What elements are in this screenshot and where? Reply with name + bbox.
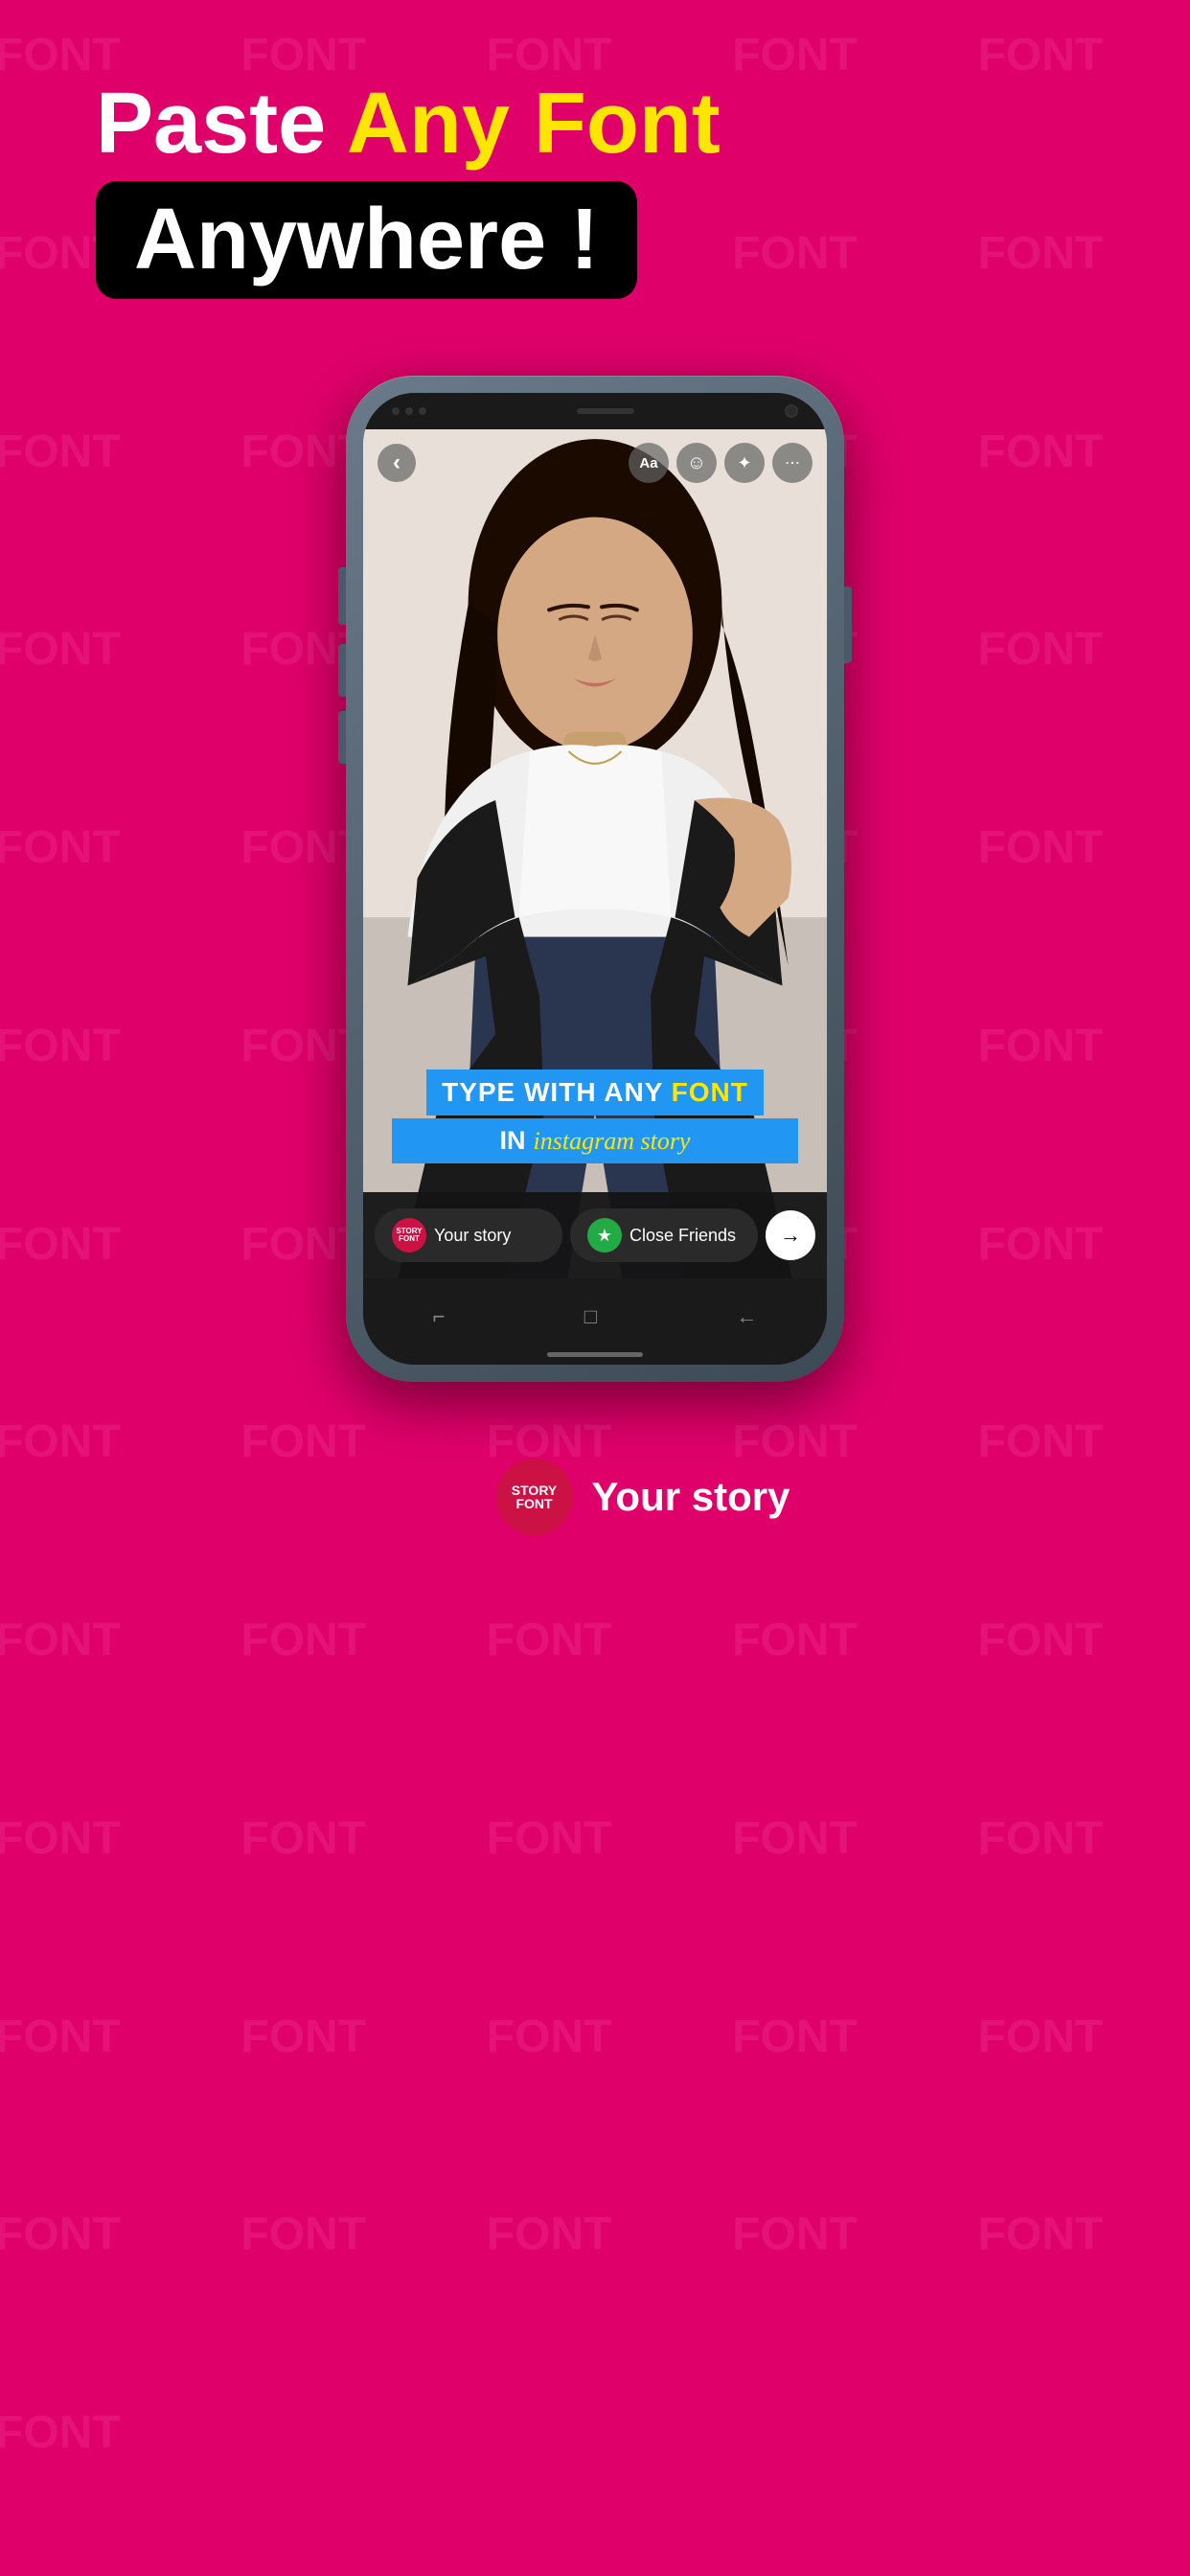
sf-text-font: FONT <box>399 1235 420 1243</box>
main-content: Paste Any Font Anywhere ! <box>0 0 1190 1535</box>
bottom-label: STORY FONT Your story <box>496 1459 790 1535</box>
headline-any-font: Any Font <box>347 76 721 172</box>
notch-sensors <box>392 407 426 415</box>
sensor-dot <box>419 407 426 415</box>
sticker-button[interactable]: ☺ <box>676 443 717 483</box>
overlay-instagram-story: instagram story <box>534 1127 691 1155</box>
share-arrow-icon: → <box>780 1223 801 1248</box>
story-bottom-bar: STORY FONT Your story ★ Close Friends <box>363 1192 827 1278</box>
your-story-label: Your story <box>434 1226 511 1246</box>
phone-bottom-nav: ⌐ □ ← <box>363 1278 827 1365</box>
phone-screen: ‹ Aa ☺ ✦ <box>363 393 827 1365</box>
back-button[interactable]: ‹ <box>378 444 416 482</box>
close-friends-button[interactable]: ★ Close Friends <box>570 1208 758 1262</box>
front-camera <box>785 404 798 418</box>
story-toolbar: ‹ Aa ☺ ✦ <box>363 429 827 496</box>
overlay-font-highlight: FONT <box>672 1077 748 1107</box>
toolbar-right-buttons: Aa ☺ ✦ ⋯ <box>629 443 812 483</box>
phone-frame: ‹ Aa ☺ ✦ <box>346 376 844 1382</box>
close-friends-label: Close Friends <box>629 1226 736 1246</box>
share-button[interactable]: → <box>766 1210 815 1260</box>
overlay-type-with-any: TYPE WITH ANY <box>442 1077 672 1107</box>
back-icon: ‹ <box>393 449 400 476</box>
logo-font: FONT <box>515 1497 552 1510</box>
story-screen: ‹ Aa ☺ ✦ <box>363 429 827 1278</box>
headline-anywhere: Anywhere ! <box>134 192 599 288</box>
phone-mockup: ‹ Aa ☺ ✦ <box>346 376 844 1382</box>
overlay-in: IN <box>500 1126 526 1155</box>
volume-down-button <box>338 711 346 764</box>
text-icon: Aa <box>639 455 657 472</box>
sensor-dot <box>405 407 413 415</box>
headline-anywhere-wrapper: Anywhere ! <box>96 181 637 299</box>
home-indicator <box>547 1352 643 1357</box>
overlay-line1: TYPE WITH ANY FONT <box>426 1070 764 1116</box>
volume-up-button <box>338 644 346 697</box>
headline-line1: Paste Any Font <box>96 77 721 172</box>
your-story-button[interactable]: STORY FONT Your story <box>375 1208 562 1262</box>
story-font-logo: STORY FONT <box>496 1459 573 1535</box>
bottom-section: STORY FONT Your story <box>400 1459 790 1535</box>
nav-home-icon: □ <box>584 1304 597 1329</box>
star-icon: ★ <box>597 1226 612 1246</box>
sensor-dot <box>392 407 400 415</box>
story-font-icon: STORY FONT <box>392 1218 426 1253</box>
text-tool-button[interactable]: Aa <box>629 443 669 483</box>
more-icon: ⋯ <box>785 453 800 472</box>
more-button[interactable]: ⋯ <box>772 443 812 483</box>
overlay-line2: IN instagram story <box>392 1118 798 1163</box>
close-friends-icon: ★ <box>587 1218 622 1253</box>
phone-notch <box>363 393 827 429</box>
nav-recent-icon: ← <box>736 1304 757 1329</box>
effects-button[interactable]: ✦ <box>724 443 765 483</box>
bottom-story-label: Your story <box>592 1474 790 1520</box>
speaker-slot <box>577 408 634 414</box>
sticker-icon: ☺ <box>687 452 706 474</box>
logo-story: STORY <box>512 1484 557 1497</box>
headline-section: Paste Any Font Anywhere ! <box>96 77 721 299</box>
story-overlay-text: TYPE WITH ANY FONT IN instagram story <box>363 1070 827 1163</box>
nav-back-icon: ⌐ <box>433 1304 446 1329</box>
effects-icon: ✦ <box>737 453 751 473</box>
headline-paste: Paste <box>96 76 326 172</box>
